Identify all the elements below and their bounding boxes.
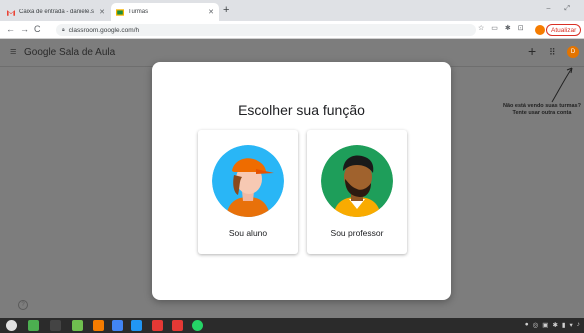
volume-icon[interactable]: ♪ bbox=[577, 321, 580, 329]
profile-avatar[interactable] bbox=[535, 25, 545, 35]
gmail-icon bbox=[7, 9, 15, 16]
browser-toolbar: ← → C 🔒︎ classroom.google.com/h ☆ ▭ ✱ ⊡ … bbox=[0, 21, 584, 39]
address-bar[interactable]: 🔒︎ classroom.google.com/h bbox=[56, 24, 476, 36]
extension-icon[interactable]: ▭ bbox=[491, 24, 498, 32]
whatsapp-icon[interactable] bbox=[192, 320, 203, 331]
bluetooth-icon[interactable]: ✱ bbox=[552, 321, 557, 329]
window-controls[interactable]: – ⤢ bbox=[547, 5, 576, 13]
tray-icon[interactable]: ▣ bbox=[542, 321, 548, 329]
chrome-icon[interactable] bbox=[112, 320, 123, 331]
tab-title: Turmas bbox=[128, 9, 149, 15]
url-text: classroom.google.com/h bbox=[68, 26, 140, 34]
brand-google: Google bbox=[24, 47, 57, 58]
app-icon[interactable] bbox=[28, 320, 39, 331]
puzzle-icon[interactable]: ✱ bbox=[505, 24, 511, 32]
student-role-card[interactable]: Sou aluno bbox=[198, 130, 298, 254]
reload-icon[interactable]: C bbox=[34, 24, 41, 34]
document-icon[interactable] bbox=[131, 320, 142, 331]
apps-grid-icon[interactable]: ⠿ bbox=[549, 47, 556, 58]
pointer-arrow-icon bbox=[551, 67, 573, 103]
role-dialog: Escolher sua função Sou aluno Sou profes… bbox=[152, 62, 451, 300]
app-icon[interactable] bbox=[172, 320, 183, 331]
extension-icons: ☆ ▭ ✱ ⊡ bbox=[478, 24, 524, 32]
system-tray: ● ◎ ▣ ✱ ▮ ▾ ♪ bbox=[525, 321, 580, 329]
tab-gmail[interactable]: Caixa de entrada - daniele.s ✕ bbox=[2, 3, 110, 21]
terminal-icon[interactable] bbox=[50, 320, 61, 331]
switch-account-hint: Não está vendo suas turmas? Tente usar o… bbox=[503, 103, 581, 116]
app-icon[interactable] bbox=[152, 320, 163, 331]
close-icon[interactable]: ✕ bbox=[99, 8, 105, 16]
update-button[interactable]: Atualizar bbox=[546, 24, 582, 36]
plus-icon[interactable]: + bbox=[528, 43, 536, 59]
role-label: Sou professor bbox=[330, 228, 384, 238]
app-brand: Google Sala de Aula bbox=[24, 47, 115, 58]
brand-product: Sala de Aula bbox=[56, 47, 116, 58]
hamburger-menu-icon[interactable]: ≡ bbox=[10, 46, 16, 58]
tab-title: Caixa de entrada - daniele.s bbox=[19, 9, 95, 15]
folder-icon[interactable] bbox=[72, 320, 83, 331]
wifi-icon[interactable]: ▾ bbox=[569, 321, 572, 329]
battery-icon[interactable]: ▮ bbox=[562, 321, 566, 329]
lock-icon: 🔒︎ bbox=[62, 27, 65, 33]
teacher-avatar-icon bbox=[321, 145, 393, 217]
forward-icon[interactable]: → bbox=[20, 24, 29, 34]
role-label: Sou aluno bbox=[228, 228, 268, 238]
app-icon[interactable] bbox=[93, 320, 104, 331]
tray-icon[interactable]: ● bbox=[525, 321, 529, 329]
new-tab-icon[interactable]: + bbox=[223, 4, 229, 16]
account-avatar[interactable]: D bbox=[567, 46, 579, 58]
teacher-role-card[interactable]: Sou professor bbox=[307, 130, 407, 254]
start-menu-icon[interactable] bbox=[6, 320, 17, 331]
browser-tab-strip: Caixa de entrada - daniele.s ✕ Turmas ✕ … bbox=[0, 0, 584, 21]
classroom-icon bbox=[116, 8, 124, 16]
close-icon[interactable]: ✕ bbox=[208, 8, 214, 16]
tab-classroom[interactable]: Turmas ✕ bbox=[111, 3, 219, 21]
question-mark-icon[interactable]: ? bbox=[18, 300, 28, 310]
tray-icon[interactable]: ◎ bbox=[533, 321, 539, 329]
os-taskbar: ● ◎ ▣ ✱ ▮ ▾ ♪ bbox=[0, 318, 584, 333]
back-icon[interactable]: ← bbox=[6, 24, 15, 34]
star-icon[interactable]: ☆ bbox=[478, 24, 484, 32]
cast-icon[interactable]: ⊡ bbox=[518, 24, 524, 32]
student-avatar-icon bbox=[212, 145, 284, 217]
dialog-title: Escolher sua função bbox=[238, 102, 365, 118]
